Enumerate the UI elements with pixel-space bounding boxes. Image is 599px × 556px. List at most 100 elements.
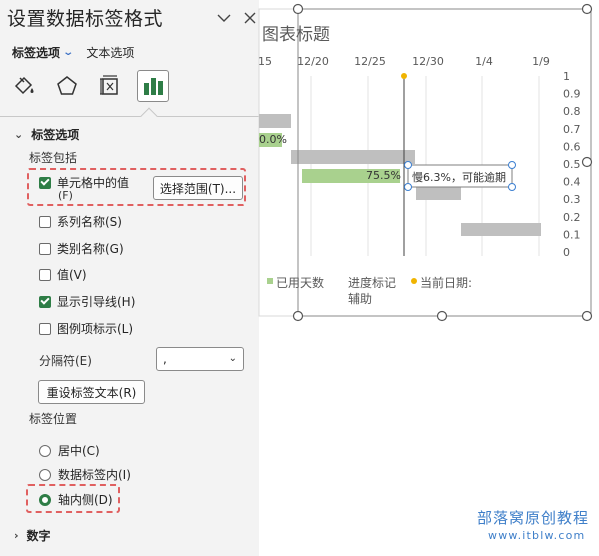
close-icon[interactable] <box>240 8 260 28</box>
y-tick-label: 0.9 <box>563 88 581 101</box>
y-tick-label: 0.2 <box>563 211 581 224</box>
resize-handle-icon[interactable] <box>581 3 593 15</box>
x-axis-ticks: 15 12/20 12/25 12/30 1/4 1/9 <box>258 55 550 68</box>
y-tick-label: 0.1 <box>563 228 581 241</box>
value-from-cells-hotkey: (F) <box>58 189 73 202</box>
gray-bar-3 <box>416 186 461 200</box>
selection-handle-icon <box>508 161 516 169</box>
watermark-title: 部落窝原创教程 <box>477 509 590 527</box>
checkbox-series-name[interactable]: 系列名称(S) <box>39 213 122 230</box>
value-label: 值(V) <box>57 268 87 282</box>
y-tick-label: 0.8 <box>563 105 581 118</box>
format-data-labels-pane: 设置数据标签格式 标签选项 ⌄ 文本选项 ⌄ 标签选项 标签包括 单元格中的值 … <box>0 0 259 556</box>
radio-unselected-icon <box>39 444 51 457</box>
separator-label: 分隔符(E) <box>39 354 92 368</box>
y-tick-label: 1 <box>563 70 570 83</box>
x-tick-label: 12/25 <box>354 55 386 68</box>
chart-title[interactable]: 图表标题 <box>262 20 330 45</box>
checkbox-unchecked-icon <box>39 242 51 255</box>
tab-text-options[interactable]: 文本选项 <box>86 44 134 61</box>
legend-current-date: 当前日期: <box>420 276 473 290</box>
watermark-url: www.itblw.com <box>488 529 586 542</box>
tab-label-options[interactable]: 标签选项 ⌄ <box>12 44 75 61</box>
show-leader-lines-label: 显示引导线(H) <box>57 295 136 309</box>
checkbox-unchecked-icon <box>39 215 51 228</box>
section-number[interactable]: › 数字 <box>14 527 51 544</box>
label-options-bar-icon[interactable] <box>137 70 169 102</box>
pane-divider <box>0 116 259 117</box>
chevron-down-icon: ⌄ <box>62 47 75 58</box>
radio-center[interactable]: 居中(C) <box>39 442 100 459</box>
resize-handle-icon[interactable] <box>292 3 304 15</box>
checkbox-category-name[interactable]: 类别名称(G) <box>39 240 124 257</box>
active-tab-pointer <box>140 107 158 125</box>
legend-used-days-swatch <box>267 278 273 284</box>
legend-helper: 辅助 <box>348 292 373 306</box>
vertical-gridlines <box>310 76 540 256</box>
resize-handle-icon[interactable] <box>581 156 593 168</box>
x-tick-label: 1/4 <box>475 55 493 68</box>
selection-handle-icon <box>404 183 412 191</box>
checkbox-legend-key[interactable]: 图例项标示(L) <box>39 320 133 337</box>
x-tick-label: 12/30 <box>412 55 444 68</box>
inside-end-label: 数据标签内(I) <box>58 468 131 482</box>
inside-base-label: 轴内侧(D) <box>58 493 113 507</box>
y-tick-label: 0.5 <box>563 158 581 171</box>
checkbox-value-from-cells[interactable]: 单元格中的值 <box>39 174 129 191</box>
y-tick-label: 0.3 <box>563 193 581 206</box>
x-tick-label: 1/9 <box>532 55 550 68</box>
y-axis-ticks: 1 0.9 0.8 0.7 0.6 0.5 0.4 0.3 0.2 0.1 0 <box>563 70 581 259</box>
section-number-text: 数字 <box>26 529 51 543</box>
x-tick-label: 15 <box>258 55 272 68</box>
checkbox-show-leader-lines[interactable]: 显示引导线(H) <box>39 293 135 310</box>
resize-handle-icon[interactable] <box>581 310 593 322</box>
series-name-label: 系列名称(S) <box>57 215 122 229</box>
label-position-heading: 标签位置 <box>29 412 78 426</box>
legend-progress-marker: 进度标记 <box>348 276 397 290</box>
selection-handle-icon <box>404 161 412 169</box>
y-tick-label: 0.7 <box>563 123 581 136</box>
y-tick-label: 0.4 <box>563 176 581 189</box>
collapse-caret-icon: ⌄ <box>14 128 24 141</box>
chart-area-frame <box>258 8 592 317</box>
chart-selection-frame <box>297 8 592 317</box>
checkbox-checked-icon <box>39 295 51 308</box>
effects-pentagon-icon[interactable] <box>51 70 83 102</box>
section-label-options-text: 标签选项 <box>31 128 80 142</box>
checkbox-unchecked-icon <box>39 268 51 281</box>
checkbox-checked-icon <box>39 176 51 189</box>
gray-bar-4 <box>461 223 541 236</box>
legend-key-label: 图例项标示(L) <box>57 322 134 336</box>
center-label: 居中(C) <box>58 444 100 458</box>
x-tick-label: 12/20 <box>297 55 329 68</box>
legend-current-date-swatch <box>411 278 417 284</box>
radio-inside-base[interactable]: 轴内侧(D) <box>39 491 113 508</box>
checkbox-unchecked-icon <box>39 322 51 335</box>
separator-select[interactable]: , ⌄ <box>156 347 244 371</box>
expand-caret-icon: › <box>14 529 19 542</box>
radio-inside-end[interactable]: 数据标签内(I) <box>39 466 131 483</box>
radio-selected-icon <box>39 493 51 506</box>
section-label-options[interactable]: ⌄ 标签选项 <box>14 126 79 143</box>
size-properties-icon[interactable] <box>94 70 126 102</box>
reset-label-text-button[interactable]: 重设标签文本(R) <box>38 380 145 404</box>
tab-label-options-text: 标签选项 <box>12 46 61 60</box>
data-label-75[interactable]: 75.5% <box>366 169 401 182</box>
select-range-button[interactable]: 选择范围(T)... <box>153 176 243 200</box>
dropdown-chevron-icon: ⌄ <box>228 353 237 364</box>
pane-options-chevron-icon[interactable] <box>214 8 234 28</box>
label-contains-heading: 标签包括 <box>29 151 78 165</box>
current-date-marker <box>401 73 407 79</box>
data-label-callout[interactable]: 慢6.3%，可能逾期 <box>412 169 506 185</box>
pane-title: 设置数据标签格式 <box>7 8 164 30</box>
data-label-0[interactable]: 0.0% <box>259 133 287 146</box>
checkbox-value[interactable]: 值(V) <box>39 266 87 283</box>
category-name-label: 类别名称(G) <box>57 242 124 256</box>
y-tick-label: 0 <box>563 246 570 259</box>
fill-line-icon[interactable] <box>8 70 40 102</box>
resize-handle-icon[interactable] <box>436 310 448 322</box>
resize-handle-icon[interactable] <box>292 310 304 322</box>
radio-unselected-icon <box>39 468 51 481</box>
selection-handle-icon <box>508 183 516 191</box>
y-tick-label: 0.6 <box>563 140 581 153</box>
